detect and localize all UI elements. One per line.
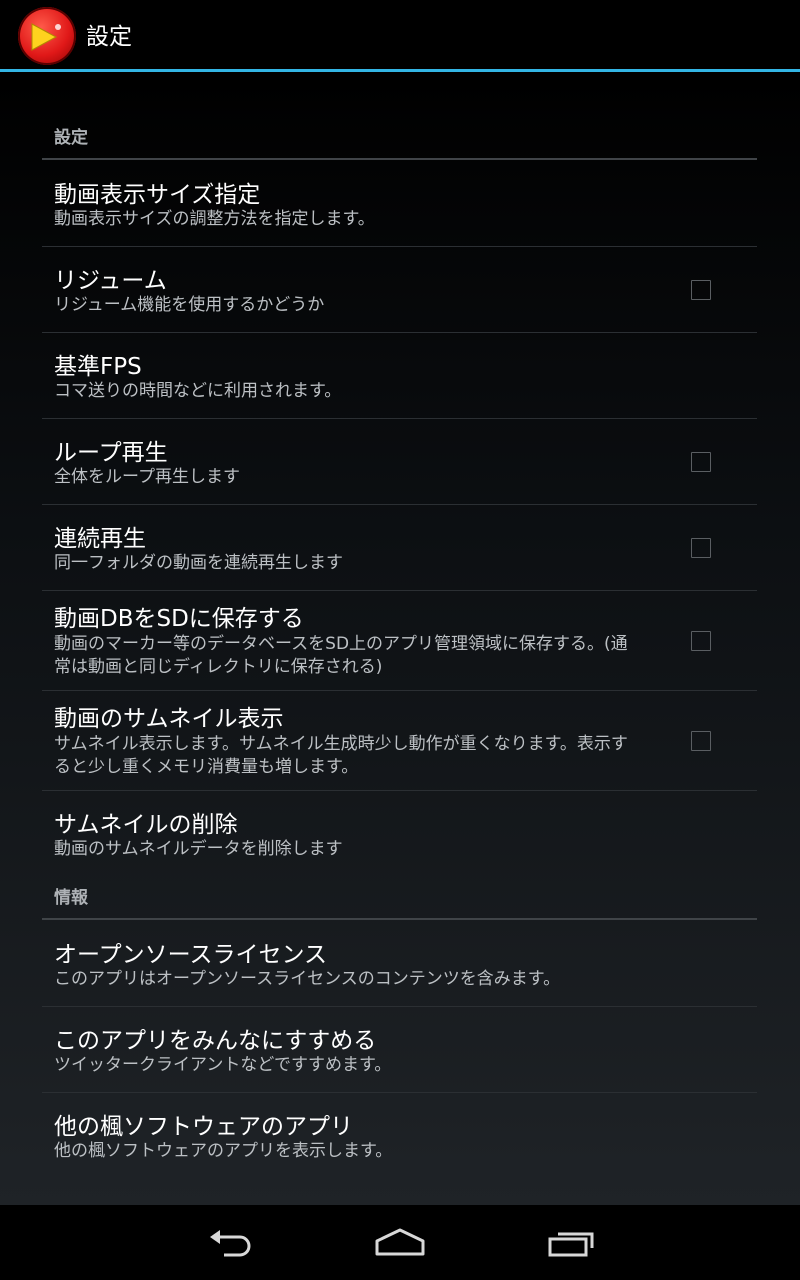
save-db-sd-checkbox[interactable] xyxy=(691,631,711,651)
item-summary: 全体をループ再生します xyxy=(54,467,240,487)
list-item-resume[interactable]: リジューム リジューム機能を使用するかどうか xyxy=(42,247,757,333)
list-item-save-db-sd[interactable]: 動画DBをSDに保存する 動画のマーカー等のデータベースをSD上のアプリ管理領域… xyxy=(42,591,757,691)
thumbnail-display-checkbox[interactable] xyxy=(691,731,711,751)
action-bar: 設定 xyxy=(0,0,800,72)
item-title: オープンソースライセンス xyxy=(54,942,328,968)
list-item-video-size[interactable]: 動画表示サイズ指定 動画表示サイズの調整方法を指定します。 xyxy=(42,161,757,247)
item-summary: 他の楓ソフトウェアのアプリを表示します。 xyxy=(54,1141,393,1161)
item-title: 動画表示サイズ指定 xyxy=(54,182,261,208)
item-summary: 動画表示サイズの調整方法を指定します。 xyxy=(54,209,375,229)
item-summary: サムネイル表示します。サムネイル生成時少し動作が重くなります。表示すると少し重く… xyxy=(54,734,628,777)
item-summary: このアプリはオープンソースライセンスのコンテンツを含みます。 xyxy=(54,969,561,989)
play-icon[interactable] xyxy=(18,7,76,65)
list-item-open-source-license[interactable]: オープンソースライセンス このアプリはオープンソースライセンスのコンテンツを含み… xyxy=(42,921,757,1007)
item-summary: 同一フォルダの動画を連続再生します xyxy=(54,553,343,573)
navigation-bar xyxy=(0,1205,800,1280)
category-label: 情報 xyxy=(54,888,88,908)
category-header-info: 情報 xyxy=(42,835,757,920)
list-item-other-apps[interactable]: 他の楓ソフトウェアのアプリ 他の楓ソフトウェアのアプリを表示します。 xyxy=(42,1093,757,1179)
list-item-loop-play[interactable]: ループ再生 全体をループ再生します xyxy=(42,419,757,505)
category-label: 設定 xyxy=(54,128,88,148)
item-summary: ツイッタークライアントなどですすめます。 xyxy=(54,1055,392,1075)
item-title: リジューム xyxy=(54,268,167,294)
category-header-settings: 設定 xyxy=(42,75,757,160)
loop-play-checkbox[interactable] xyxy=(691,452,711,472)
recent-apps-icon[interactable] xyxy=(546,1227,598,1259)
list-item-thumbnail-display[interactable]: 動画のサムネイル表示 サムネイル表示します。サムネイル生成時少し動作が重くなりま… xyxy=(42,691,757,791)
settings-content: 設定 動画表示サイズ指定 動画表示サイズの調整方法を指定します。 リジューム リ… xyxy=(0,75,800,1205)
item-title: このアプリをみんなにすすめる xyxy=(54,1028,377,1054)
item-summary: リジューム機能を使用するかどうか xyxy=(54,295,325,315)
item-title: 他の楓ソフトウェアのアプリ xyxy=(54,1114,353,1140)
home-icon[interactable] xyxy=(374,1227,426,1259)
item-title: 基準FPS xyxy=(54,354,142,380)
item-summary: 動画のマーカー等のデータベースをSD上のアプリ管理領域に保存する。(通常は動画と… xyxy=(54,634,628,677)
resume-checkbox[interactable] xyxy=(691,280,711,300)
list-item-continuous-play[interactable]: 連続再生 同一フォルダの動画を連続再生します xyxy=(42,505,757,591)
back-icon[interactable] xyxy=(204,1227,256,1259)
item-summary: コマ送りの時間などに利用されます。 xyxy=(54,381,342,401)
page-title: 設定 xyxy=(86,24,132,50)
item-title: サムネイルの削除 xyxy=(54,812,238,838)
continuous-play-checkbox[interactable] xyxy=(691,538,711,558)
item-title: 動画DBをSDに保存する xyxy=(54,606,304,632)
list-item-base-fps[interactable]: 基準FPS コマ送りの時間などに利用されます。 xyxy=(42,333,757,419)
list-item-recommend-app[interactable]: このアプリをみんなにすすめる ツイッタークライアントなどですすめます。 xyxy=(42,1007,757,1093)
item-title: 動画のサムネイル表示 xyxy=(54,706,284,732)
item-title: 連続再生 xyxy=(54,526,146,552)
item-title: ループ再生 xyxy=(54,440,168,466)
